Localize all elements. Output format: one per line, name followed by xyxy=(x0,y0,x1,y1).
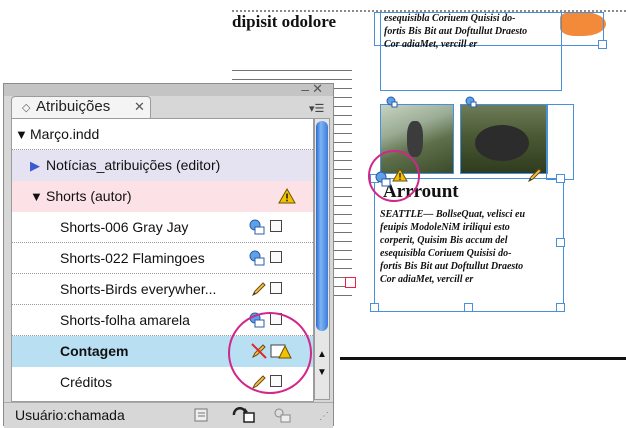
horizontal-rule xyxy=(340,357,626,360)
tab-diamond-icon: ◇ xyxy=(22,102,31,114)
tab-assignments[interactable]: ◇ Atribuições ✕ xyxy=(11,96,151,119)
list-item[interactable]: ▼ Shorts (autor) xyxy=(12,181,313,212)
scroll-thumb[interactable] xyxy=(316,121,328,331)
scrollbar[interactable]: ▲ ▼ xyxy=(314,118,330,400)
resize-grip-icon[interactable]: ⋰ xyxy=(319,411,329,422)
panel-menu-icon[interactable]: ▾☰ xyxy=(309,102,327,116)
story-line: esequisibla Coriuem Quisisi do- xyxy=(384,13,516,24)
frame-handle[interactable] xyxy=(556,174,565,183)
content-name: Créditos xyxy=(60,374,113,390)
disclosure-triangle-icon[interactable]: ▶ xyxy=(30,158,40,174)
content-name: Shorts-folha amarela xyxy=(60,312,190,328)
turkey-shape xyxy=(475,125,529,161)
content-name: Shorts-Birds everywher... xyxy=(60,281,217,297)
assignment-name: Shorts (autor) xyxy=(46,188,132,204)
content-name: Shorts-006 Gray Jay xyxy=(60,219,189,235)
document-heading: dipisit odolore xyxy=(232,12,337,31)
new-assignment-icon[interactable] xyxy=(272,407,292,423)
content-name: Shorts-022 Flamingoes xyxy=(60,250,205,266)
disclosure-triangle-icon[interactable]: ▼ xyxy=(30,189,43,204)
top-story-text[interactable]: esequisibla Coriuem Quisisi do- fortis B… xyxy=(384,12,527,51)
assignment-name: Notícias_atribuições (editor) xyxy=(46,157,221,173)
panel-footer: Usuário:chamada ⋰ xyxy=(4,402,333,428)
list-item[interactable]: Shorts-006 Gray Jay xyxy=(12,212,313,243)
frame-handle[interactable] xyxy=(464,303,473,312)
update-content-icon[interactable] xyxy=(192,407,212,423)
pencil-icon xyxy=(251,282,266,297)
disclosure-triangle-icon[interactable]: ▼ xyxy=(15,127,28,142)
scroll-up-arrow-icon[interactable]: ▲ xyxy=(317,349,327,360)
checkout-box-icon xyxy=(270,220,282,232)
list-item[interactable]: Shorts-Birds everywher... xyxy=(12,274,313,305)
frame-handle[interactable] xyxy=(556,238,565,247)
photo-column-frame xyxy=(546,104,574,180)
update-assignment-icon[interactable] xyxy=(230,407,256,423)
story-line: SEATTLE— BollseQuat, velisci eu xyxy=(380,209,526,220)
overset-marker[interactable] xyxy=(345,277,356,288)
story-line: esequisibla Coriuem Quisisi do- xyxy=(380,248,512,259)
panel-titlebar[interactable] xyxy=(4,84,333,96)
minimize-icon[interactable]: – xyxy=(301,81,309,97)
scroll-down-arrow-icon[interactable]: ▼ xyxy=(317,367,327,378)
photo-frame-turkey[interactable] xyxy=(460,104,548,174)
linked-story-icon xyxy=(249,219,265,235)
story-line: Cor adiaMet, vercill er xyxy=(384,39,478,50)
linked-story-icon xyxy=(249,250,265,266)
linked-content-icon xyxy=(465,96,477,108)
close-icon[interactable]: ✕ xyxy=(312,81,323,97)
frame-handle[interactable] xyxy=(370,303,379,312)
highlight-circle-panel xyxy=(228,312,312,394)
linked-content-icon xyxy=(386,96,398,108)
highlight-circle-document xyxy=(368,150,420,202)
list-item[interactable]: Shorts-022 Flamingoes xyxy=(12,243,313,274)
content-name: Contagem xyxy=(60,343,129,359)
document-name: Março.indd xyxy=(30,126,100,142)
heron-shape xyxy=(407,121,423,157)
text-frame-icon xyxy=(270,282,282,294)
list-item[interactable]: ▼ Março.indd xyxy=(12,119,313,150)
frame-handle[interactable] xyxy=(598,40,607,49)
story-line: fortis Bis Bit aut Doftullut Draesto xyxy=(384,26,528,37)
tab-close-icon[interactable]: ✕ xyxy=(134,99,145,115)
pencil-icon xyxy=(527,168,542,183)
warning-icon xyxy=(278,187,296,204)
tab-label: Atribuições xyxy=(36,98,111,115)
assignments-panel: – ✕ ◇ Atribuições ✕ ▾☰ ▼ Março.indd ▶ No… xyxy=(3,81,334,428)
bottom-story-text[interactable]: SEATTLE— BollseQuat, velisci eu feuipis … xyxy=(380,208,525,286)
story-line: fortis Bis Bit aut Doftullut Draesto xyxy=(380,261,524,272)
story-line: feuipis ModoleNiM iriliqui esto xyxy=(380,222,510,233)
story-line: corperit, Quisim Bis accum del xyxy=(380,235,508,246)
checkout-box-icon xyxy=(270,251,282,263)
frame-handle[interactable] xyxy=(556,303,565,312)
list-item[interactable]: ▶ Notícias_atribuições (editor) xyxy=(12,150,313,181)
story-line: Cor adiaMet, vercill er xyxy=(380,274,474,285)
user-label: Usuário:chamada xyxy=(15,407,125,423)
